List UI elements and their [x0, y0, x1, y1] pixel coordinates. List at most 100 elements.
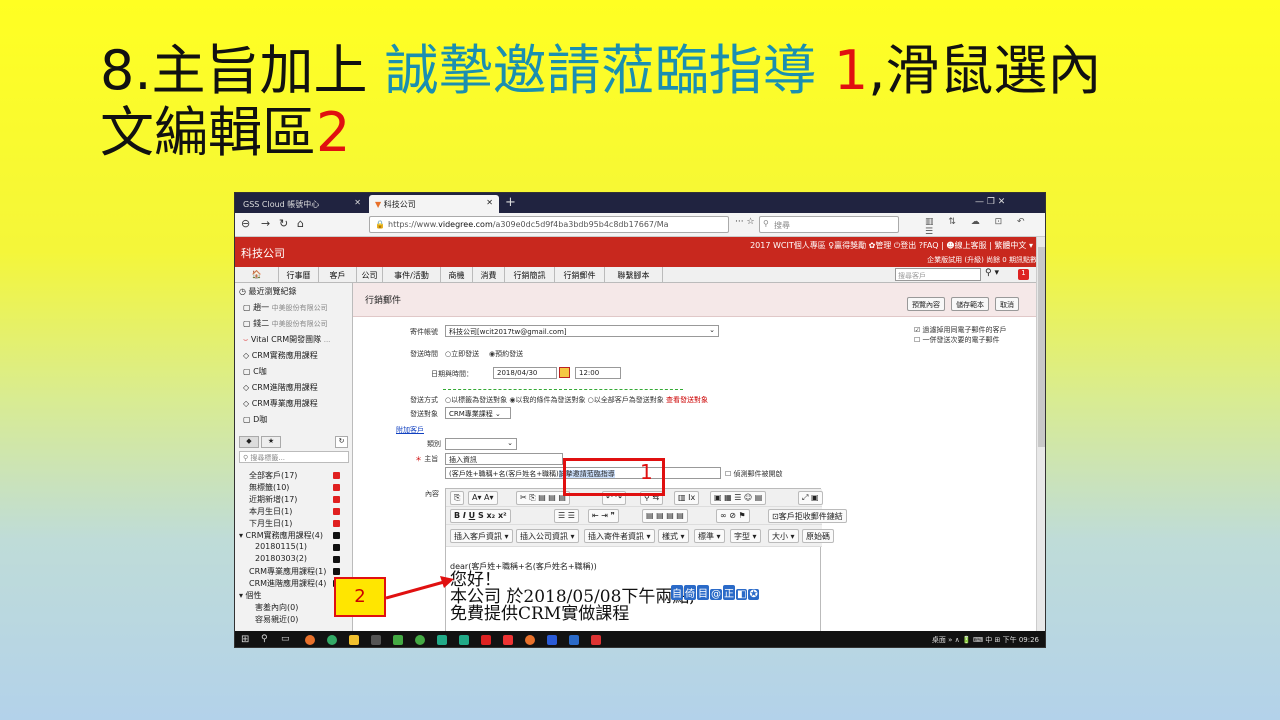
home-icon[interactable]: ⌂: [297, 217, 304, 230]
send-now-radio[interactable]: ○立即發送: [445, 349, 479, 359]
menu-consumption[interactable]: 消費: [473, 267, 505, 283]
send-target-select[interactable]: CRM專業課程 ⌄: [445, 407, 511, 419]
search-icon[interactable]: ⚲: [261, 634, 268, 644]
app-icon[interactable]: [415, 635, 425, 645]
app-icon[interactable]: [371, 635, 381, 645]
list-icons[interactable]: ☰ ☰: [554, 509, 579, 523]
track-open-checkbox[interactable]: ☐ 偵測郵件被開啟: [725, 469, 783, 479]
menu-calendar[interactable]: 行事曆: [279, 267, 319, 283]
send-secondary-option[interactable]: ☐ 一併發送次要的電子郵件: [914, 335, 1000, 345]
filter-item[interactable]: 近期新增(17): [249, 494, 297, 505]
attach-customer-link[interactable]: 附加客戶: [396, 425, 424, 435]
cancel-button[interactable]: 取消: [995, 297, 1019, 311]
url-bar[interactable]: 🔒 https://www.videgree.com/a309e0dc5d9f4…: [369, 216, 729, 233]
app-icon[interactable]: [481, 635, 491, 645]
tag-icon[interactable]: ◆: [239, 436, 259, 448]
menu-home[interactable]: 🏠: [235, 267, 279, 283]
recent-item[interactable]: ▢ D咖: [243, 414, 267, 425]
filter-item[interactable]: 本月生日(1): [249, 506, 292, 517]
app-icon[interactable]: [393, 635, 403, 645]
date-input[interactable]: 2018/04/30: [493, 367, 557, 379]
insert-customer-info[interactable]: 插入客戶資訊 ▾: [450, 529, 513, 543]
filter-item[interactable]: 20180303(2): [255, 554, 307, 563]
size-select[interactable]: 大小 ▾: [768, 529, 799, 543]
window-controls[interactable]: — ❐ ✕: [975, 197, 1005, 207]
time-input[interactable]: 12:00: [575, 367, 621, 379]
rich-text-editor[interactable]: ⎘ A▾ A▾ ✂ ⎘ ▤ ▤ ▤ ↶ ↷ ⚲ ⇆ ▥ Ix ▣ ▦ ☰ ☺ ▤…: [445, 488, 847, 631]
app-icon[interactable]: [349, 635, 359, 645]
filter-item[interactable]: CRM進階應用課程(4): [249, 578, 326, 589]
menu-contact-script[interactable]: 聯繫腳本: [605, 267, 663, 283]
app-icon[interactable]: [327, 635, 337, 645]
indent-icons[interactable]: ⇤ ⇥ ❞: [588, 509, 619, 523]
format-icons[interactable]: ▥ Ix: [674, 491, 700, 505]
search-icon[interactable]: ⚲ ▾: [985, 268, 999, 278]
ime-toolbar[interactable]: 自倚目 @ 正 ◧ ✪: [671, 585, 760, 600]
text-style-icons[interactable]: B I U S x₂ x²: [450, 509, 511, 523]
recent-item[interactable]: ◇ CRM專業應用課程: [243, 398, 318, 409]
font-color-icon[interactable]: A▾ A▾: [468, 491, 498, 505]
fullscreen-icon[interactable]: ⤢ ▣: [798, 491, 823, 505]
menu-opportunities[interactable]: 商機: [441, 267, 473, 283]
app-icon[interactable]: [569, 635, 579, 645]
filter-item[interactable]: 20180115(1): [255, 542, 307, 551]
close-icon[interactable]: ✕: [354, 198, 361, 207]
source-icon[interactable]: ⎘: [450, 491, 465, 505]
insert-company-info[interactable]: 插入公司資訊 ▾: [516, 529, 579, 543]
app-icon[interactable]: [459, 635, 469, 645]
send-scheduled-radio[interactable]: ◉預約發送: [489, 349, 523, 359]
menu-customers[interactable]: 客戶: [319, 267, 357, 283]
page-scrollbar[interactable]: [1036, 237, 1045, 631]
recent-item[interactable]: ◇ CRM實務應用課程: [243, 350, 318, 361]
filter-item[interactable]: 害羞內向(0): [255, 602, 298, 613]
browser-search-input[interactable]: ⚲ 搜尋: [759, 216, 899, 233]
app-icon[interactable]: [503, 635, 513, 645]
notification-badge[interactable]: 1: [1018, 269, 1029, 280]
reload-icon[interactable]: ↻: [279, 217, 288, 230]
filter-item[interactable]: 全部客戶(17): [249, 470, 297, 481]
unsubscribe-link-button[interactable]: ⊡客戶拒收郵件鏈結: [768, 509, 847, 523]
insert-sender-info[interactable]: 插入寄件者資訊 ▾: [584, 529, 655, 543]
format-select[interactable]: 標準 ▾: [694, 529, 725, 543]
recent-item[interactable]: ▢ 錢二 中美股份有限公司: [243, 318, 328, 329]
filter-item[interactable]: 容易親近(0): [255, 614, 298, 625]
insert-icons[interactable]: ▣ ▦ ☰ ☺ ▤: [710, 491, 767, 505]
scrollbar-thumb[interactable]: [1038, 247, 1045, 447]
back-icon[interactable]: ⊖: [241, 217, 250, 230]
windows-start-icon[interactable]: ⊞: [241, 634, 249, 645]
customer-search-input[interactable]: 搜尋客戶: [895, 268, 981, 281]
sender-select[interactable]: 科技公司[wcit2017tw@gmail.com] ⌄: [445, 325, 719, 337]
app-icon[interactable]: [591, 635, 601, 645]
more-icon[interactable]: ··· ☆: [735, 217, 755, 227]
clipboard-icons[interactable]: ✂ ⎘ ▤ ▤ ▤: [516, 491, 570, 505]
app-icon[interactable]: [547, 635, 557, 645]
tab-tech-company[interactable]: ▼ 科技公司 ✕: [369, 195, 499, 213]
send-method-radios[interactable]: ○以標籤為發送對象 ◉以我的條件為發送對象 ○以全部客戶為發送對象 查看發送對象: [445, 395, 708, 405]
system-tray[interactable]: 桌面 » ∧ 🔋 ⌨ 中 ⊞ 下午 09:26: [932, 635, 1039, 645]
menu-sms-marketing[interactable]: 行銷簡訊: [505, 267, 555, 283]
link-icons[interactable]: ∞ ⊘ ⚑: [716, 509, 750, 523]
new-tab-button[interactable]: +: [505, 195, 516, 210]
filter-duplicate-option[interactable]: ☑ 過濾掉用同電子郵件的客戶: [914, 325, 1007, 335]
preview-button[interactable]: 預覽內容: [907, 297, 945, 311]
forward-icon[interactable]: →: [261, 217, 270, 230]
editor-content[interactable]: dear(客戶姓+職稱+名(客戶姓名+職稱)) 您好！ 本公司 於2018/05…: [450, 561, 820, 623]
close-icon[interactable]: ✕: [486, 198, 493, 207]
source-code-button[interactable]: 原始碼: [802, 529, 834, 543]
tag-search-input[interactable]: ⚲ 搜尋標籤...: [239, 451, 349, 463]
save-template-button[interactable]: 儲存範本: [951, 297, 989, 311]
taskview-icon[interactable]: ▭: [281, 634, 290, 644]
recent-item[interactable]: ▢ C咖: [243, 366, 267, 377]
align-icons[interactable]: ▤ ▤ ▤ ▤: [642, 509, 688, 523]
filter-item[interactable]: ▾ CRM實務應用課程(4): [239, 530, 323, 541]
app-icon[interactable]: [525, 635, 535, 645]
filter-item[interactable]: CRM專業應用課程(1): [249, 566, 326, 577]
recent-item[interactable]: ◇ CRM進階應用課程: [243, 382, 318, 393]
filter-item[interactable]: ▾ 個性: [239, 590, 262, 601]
filter-item[interactable]: 下月生日(1): [249, 518, 292, 529]
menu-events[interactable]: 事件/活動: [383, 267, 441, 283]
tab-gss-cloud[interactable]: GSS Cloud 帳號中心 ✕: [237, 195, 367, 213]
refresh-icon[interactable]: ↻: [335, 436, 348, 448]
app-icon[interactable]: [305, 635, 315, 645]
star-icon[interactable]: ★: [261, 436, 281, 448]
